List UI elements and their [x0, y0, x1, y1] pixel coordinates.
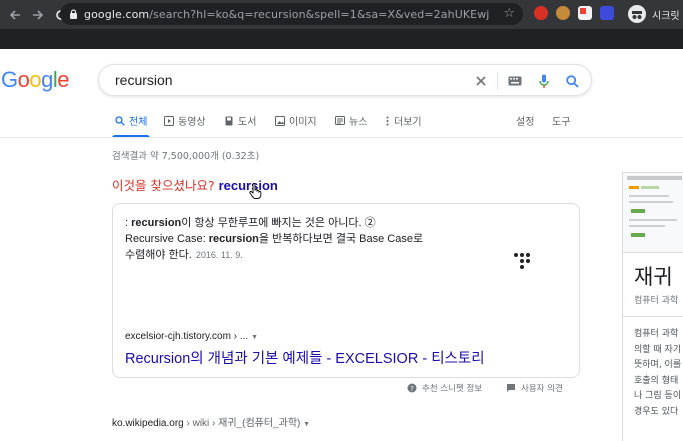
chevron-down-icon[interactable]: ▼ — [303, 421, 310, 428]
bookmarks-strip — [0, 29, 683, 49]
search-divider — [497, 72, 498, 90]
clear-icon[interactable] — [473, 73, 489, 89]
microphone-icon[interactable] — [536, 73, 552, 89]
google-logo[interactable]: Google — [1, 67, 70, 93]
tab-news[interactable]: 뉴스 — [334, 113, 367, 128]
tab-images[interactable]: 이미지 — [274, 113, 317, 128]
featured-snippet-card: : recursion이 항상 무한루프에 빠지는 것은 아니다. ② Recu… — [112, 203, 580, 378]
tools-label: 도구 — [552, 117, 571, 128]
wiki-result-cite[interactable]: ko.wikipedia.org › wiki › 재귀_(컴퓨터_과학) ▼ — [112, 414, 310, 429]
arrow-left-icon[interactable] — [5, 5, 25, 25]
extension-icon-1[interactable] — [534, 6, 548, 20]
snippet-cite[interactable]: excelsior-cjh.tistory.com › ... ▼ — [125, 331, 258, 342]
settings-label: 설정 — [516, 117, 535, 128]
chevron-down-icon[interactable]: ▼ — [251, 334, 258, 341]
logo-letter: e — [57, 67, 70, 92]
snippet-date: 2016. 11. 9. — [195, 250, 243, 260]
about-snippet-link[interactable]: ? 추천 스니펫 정보 — [407, 382, 482, 394]
knowledge-panel-description: 컴퓨터 과학 의할 때 자기 뜻하며, 이를 호출의 형태 나 그림 등이 경우… — [634, 329, 682, 417]
search-tabs: 전체 동영상 도서 이미지 뉴스 더보기 설정 도구 — [112, 108, 683, 138]
profile-button[interactable]: 시크릿 모 — [628, 5, 683, 23]
snippet-result-title-link[interactable]: Recursion의 개념과 기본 예제들 - EXCELSIOR - 티스토리 — [125, 347, 485, 368]
settings-link[interactable]: 설정 — [516, 113, 534, 128]
logo-letter: G — [1, 67, 18, 92]
tab-more[interactable]: 더보기 — [384, 113, 422, 128]
tab-label: 더보기 — [394, 117, 422, 128]
tab-video[interactable]: 동영상 — [163, 113, 206, 128]
logo-letter: g — [41, 67, 53, 92]
wiki-breadcrumb: › wiki › 재귀_(컴퓨터_과학) — [186, 418, 301, 429]
image-icon — [274, 115, 285, 126]
more-vert-icon — [384, 115, 390, 126]
result-stats: 검색결과 약 7,500,000개 (0.32초) — [112, 151, 260, 162]
url-text[interactable]: google.com/search?hl=ko&q=recursion&spel… — [84, 8, 489, 21]
knowledge-panel-title: 재귀 — [634, 265, 673, 289]
book-icon — [223, 115, 234, 126]
knowledge-panel-thumbnail[interactable] — [623, 173, 683, 253]
tab-label: 이미지 — [289, 117, 317, 128]
knowledge-panel-divider — [623, 316, 683, 317]
address-bar[interactable]: google.com/search?hl=ko&q=recursion&spel… — [60, 3, 523, 25]
help-icon: ? — [407, 383, 417, 393]
search-icon — [114, 115, 125, 126]
logo-letter: o — [29, 67, 42, 92]
browser-toolbar: google.com/search?hl=ko&q=recursion&spel… — [0, 0, 683, 29]
knowledge-panel-subtitle: 컴퓨터 과학 — [634, 296, 679, 306]
extension-icon-3[interactable] — [578, 6, 592, 20]
profile-name: 시크릿 모 — [652, 10, 683, 22]
svg-text:?: ? — [410, 385, 414, 393]
search-box[interactable]: recursion — [98, 64, 592, 96]
tab-label: 도서 — [238, 117, 257, 128]
logo-letter: o — [17, 67, 30, 92]
arrow-right-icon[interactable] — [28, 5, 48, 25]
keyboard-icon[interactable] — [507, 73, 523, 89]
incognito-icon — [628, 5, 646, 23]
tab-all[interactable]: 전체 — [114, 113, 147, 128]
tab-label: 전체 — [129, 117, 148, 128]
tabs-divider — [0, 137, 683, 138]
feedback-icon — [506, 383, 516, 393]
lock-icon[interactable] — [68, 9, 78, 19]
news-icon — [334, 115, 345, 126]
feedback-link[interactable]: 사용자 의견 — [506, 382, 563, 394]
snippet-text: : recursion이 항상 무한루프에 빠지는 것은 아니다. ② Recu… — [125, 217, 424, 261]
tab-books[interactable]: 도서 — [223, 113, 256, 128]
tab-label: 동영상 — [178, 117, 206, 128]
extension-icon-4[interactable] — [600, 6, 614, 20]
tab-label: 뉴스 — [349, 117, 368, 128]
search-input[interactable]: recursion — [115, 72, 173, 88]
knowledge-panel: 재귀 컴퓨터 과학 컴퓨터 과학 의할 때 자기 뜻하며, 이를 호출의 형태 … — [622, 172, 683, 441]
wiki-host: ko.wikipedia.org — [112, 418, 184, 429]
did-you-mean-label: 이것을 찾으셨나요? — [112, 178, 215, 193]
bookmark-star-icon[interactable]: ☆ — [503, 6, 515, 21]
tools-link[interactable]: 도구 — [552, 113, 570, 128]
hand-cursor-icon — [249, 183, 262, 203]
search-icon[interactable] — [564, 73, 580, 89]
extension-icon-2[interactable] — [556, 6, 570, 20]
video-icon — [163, 115, 174, 126]
tree-diagram-icon — [513, 252, 533, 274]
